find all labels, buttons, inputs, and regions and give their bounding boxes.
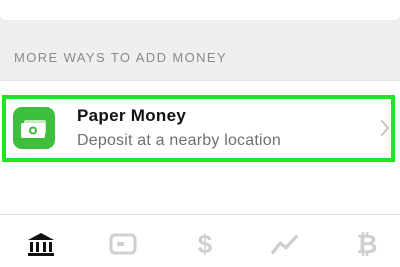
bitcoin-icon: ₿ xyxy=(356,229,378,259)
tab-card[interactable] xyxy=(108,229,138,259)
bank-icon xyxy=(28,233,54,256)
paper-money-option[interactable]: Paper Money Deposit at a nearby location xyxy=(2,95,395,162)
tab-bar: $ ₿ xyxy=(0,214,400,267)
dollar-icon: $ xyxy=(197,229,213,259)
card-icon xyxy=(109,233,137,255)
divider xyxy=(0,80,400,81)
section-heading: MORE WAYS TO ADD MONEY xyxy=(14,50,228,65)
option-title: Paper Money xyxy=(77,106,187,125)
option-subtitle: Deposit at a nearby location xyxy=(77,132,281,149)
tab-bitcoin[interactable]: ₿ xyxy=(352,229,382,259)
cash-icon xyxy=(13,107,55,149)
top-card xyxy=(0,0,400,20)
chevron-right-icon xyxy=(381,120,389,136)
tab-investing[interactable] xyxy=(270,229,300,259)
activity-icon xyxy=(271,234,298,255)
tab-cash[interactable]: $ xyxy=(190,229,220,259)
tab-banking[interactable] xyxy=(26,229,56,259)
